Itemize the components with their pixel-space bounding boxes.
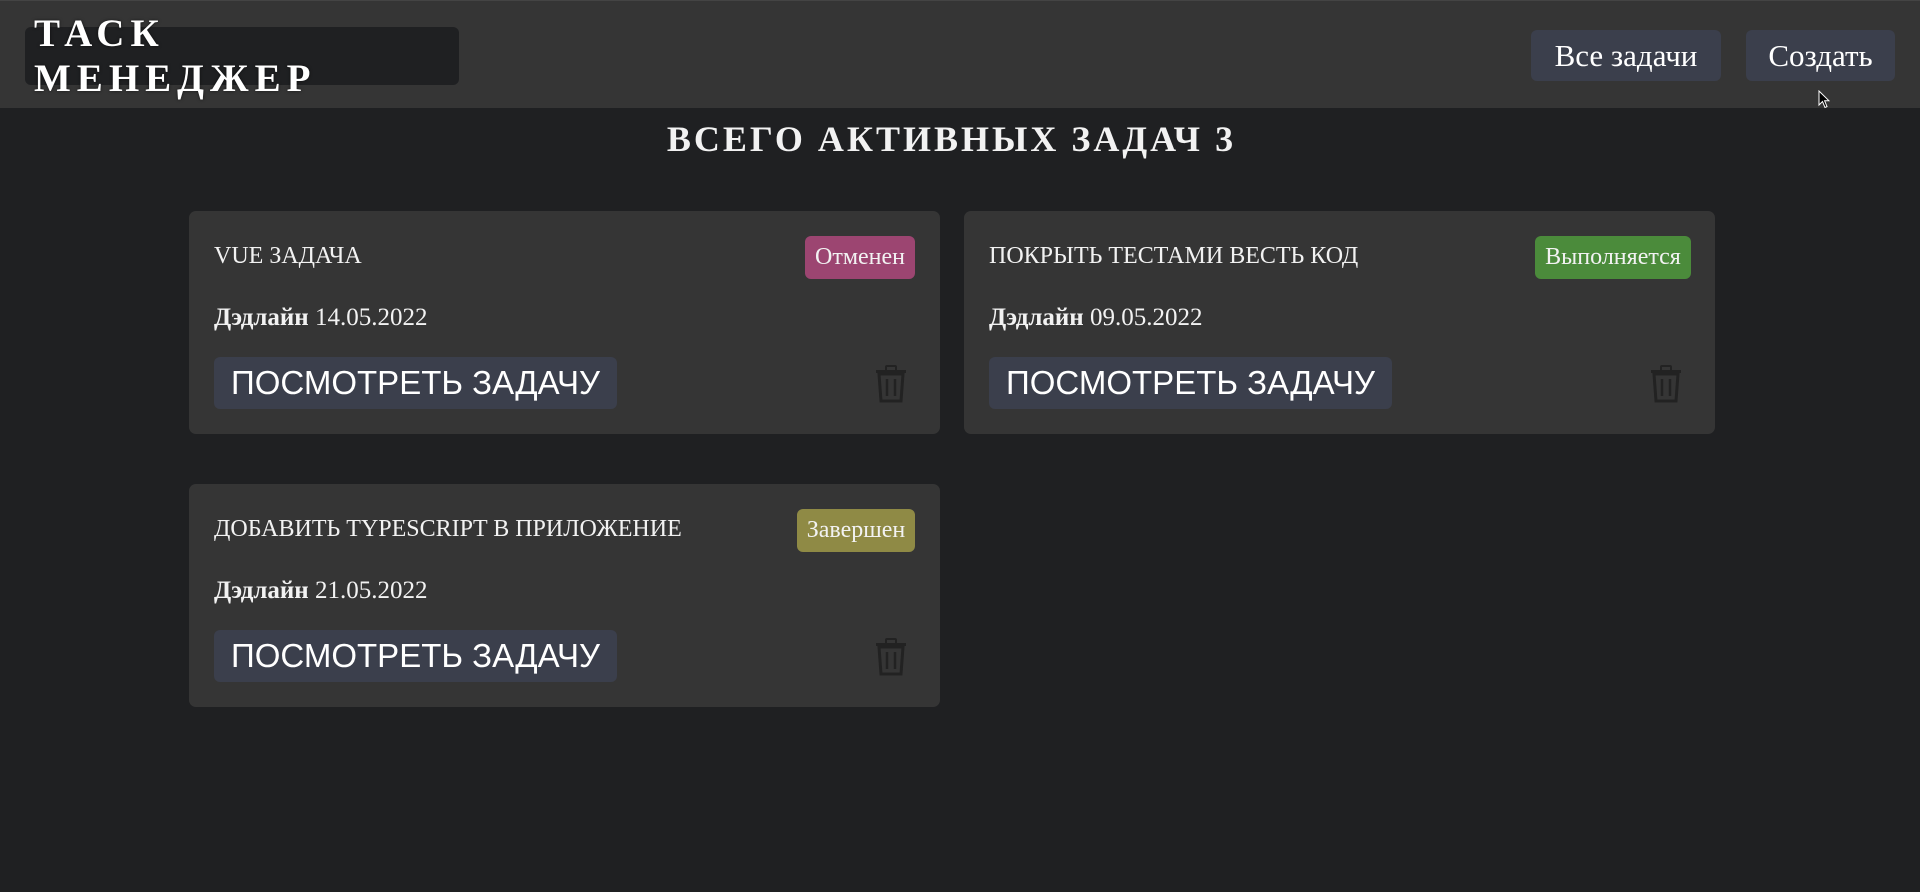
deadline-label: Дэдлайн <box>214 577 309 604</box>
deadline-label: Дэдлайн <box>214 304 309 331</box>
deadline-date: 09.05.2022 <box>1089 304 1203 331</box>
nav-all-tasks-button[interactable]: Все задачи <box>1531 30 1721 81</box>
task-card: VUE ЗАДАЧА Отменен Дэдлайн 14.05.2022 ПО… <box>189 211 940 434</box>
task-deadline: Дэдлайн 09.05.2022 <box>989 304 1202 332</box>
task-card: ДОБАВИТЬ TYPESCRIPT В ПРИЛОЖЕНИЕ Заверше… <box>189 484 940 707</box>
task-title: VUE ЗАДАЧА <box>214 243 362 269</box>
view-task-button[interactable]: ПОСМОТРЕТЬ ЗАДАЧУ <box>989 357 1392 409</box>
task-deadline: Дэдлайн 21.05.2022 <box>214 577 427 605</box>
deadline-date: 21.05.2022 <box>314 577 428 604</box>
app-logo[interactable]: ТАСК МЕНЕДЖЕР <box>25 12 459 100</box>
nav-create-button[interactable]: Создать <box>1746 30 1895 81</box>
deadline-label: Дэдлайн <box>989 304 1084 331</box>
status-badge: Завершен <box>797 509 915 552</box>
task-title: ПОКРЫТЬ ТЕСТАМИ ВЕСТЬ КОД <box>989 243 1359 269</box>
view-task-button[interactable]: ПОСМОТРЕТЬ ЗАДАЧУ <box>214 357 617 409</box>
mouse-cursor-icon <box>1818 90 1830 109</box>
trash-icon[interactable] <box>875 365 907 403</box>
task-card: ПОКРЫТЬ ТЕСТАМИ ВЕСТЬ КОД Выполняется Дэ… <box>964 211 1715 434</box>
task-title: ДОБАВИТЬ TYPESCRIPT В ПРИЛОЖЕНИЕ <box>214 516 682 542</box>
app-header: ТАСК МЕНЕДЖЕР Все задачи Создать <box>0 0 1920 108</box>
deadline-date: 14.05.2022 <box>314 304 428 331</box>
status-badge: Отменен <box>805 236 915 279</box>
page-title: ВСЕГО АКТИВНЫХ ЗАДАЧ 3 <box>666 119 1237 159</box>
trash-icon[interactable] <box>1650 365 1682 403</box>
trash-icon[interactable] <box>875 638 907 676</box>
view-task-button[interactable]: ПОСМОТРЕТЬ ЗАДАЧУ <box>214 630 617 682</box>
task-deadline: Дэдлайн 14.05.2022 <box>214 304 427 332</box>
status-badge: Выполняется <box>1535 236 1691 279</box>
